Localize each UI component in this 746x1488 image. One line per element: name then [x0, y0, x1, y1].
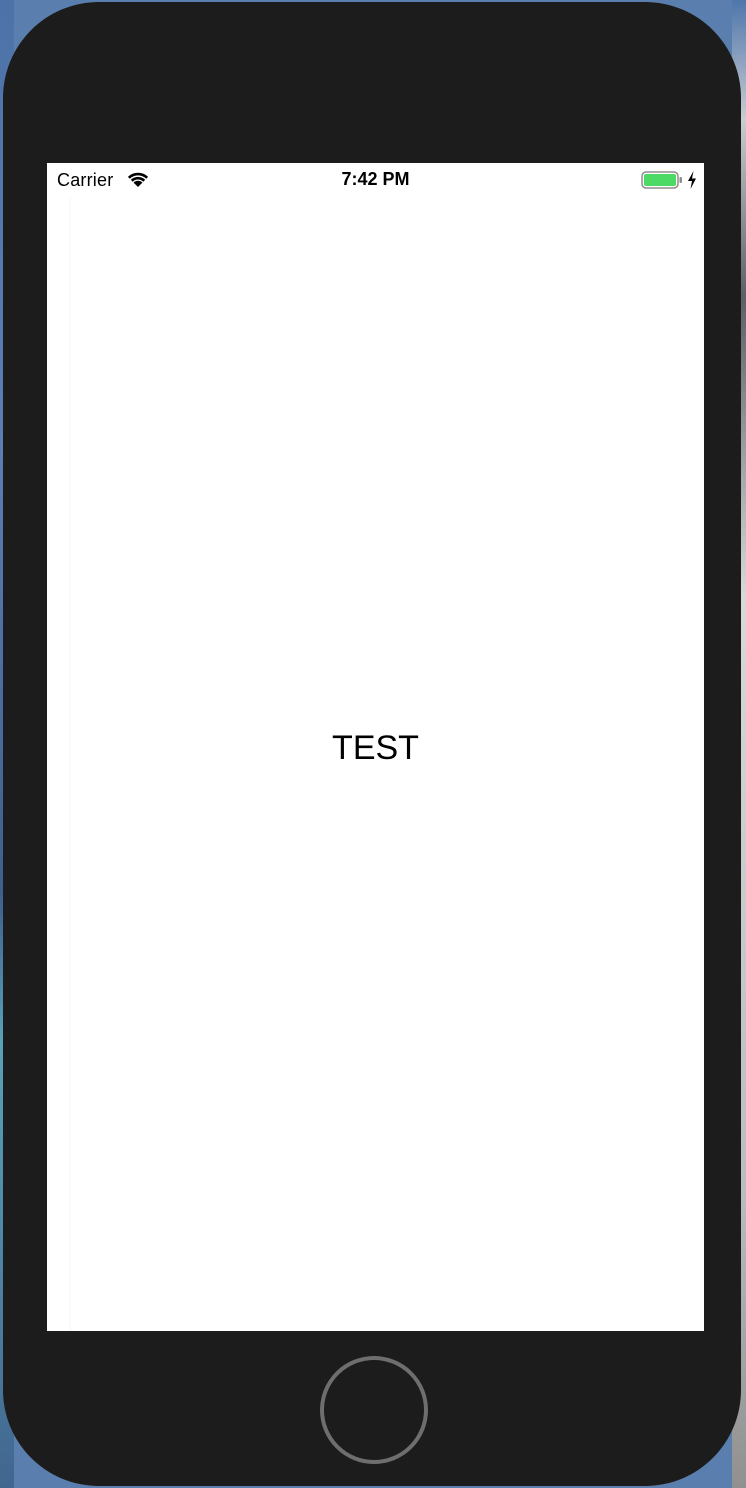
home-button[interactable] [320, 1356, 428, 1464]
battery-icon [641, 171, 682, 189]
charging-bolt-icon [688, 171, 696, 189]
main-content: TEST [47, 197, 704, 1331]
device-screen: Carrier 7:42 PM TEST [47, 163, 704, 1331]
status-bar: Carrier 7:42 PM [47, 163, 704, 197]
status-time: 7:42 PM [341, 169, 410, 189]
simulator-device-frame: Carrier 7:42 PM TEST [3, 2, 741, 1486]
test-label: TEST [332, 729, 419, 767]
